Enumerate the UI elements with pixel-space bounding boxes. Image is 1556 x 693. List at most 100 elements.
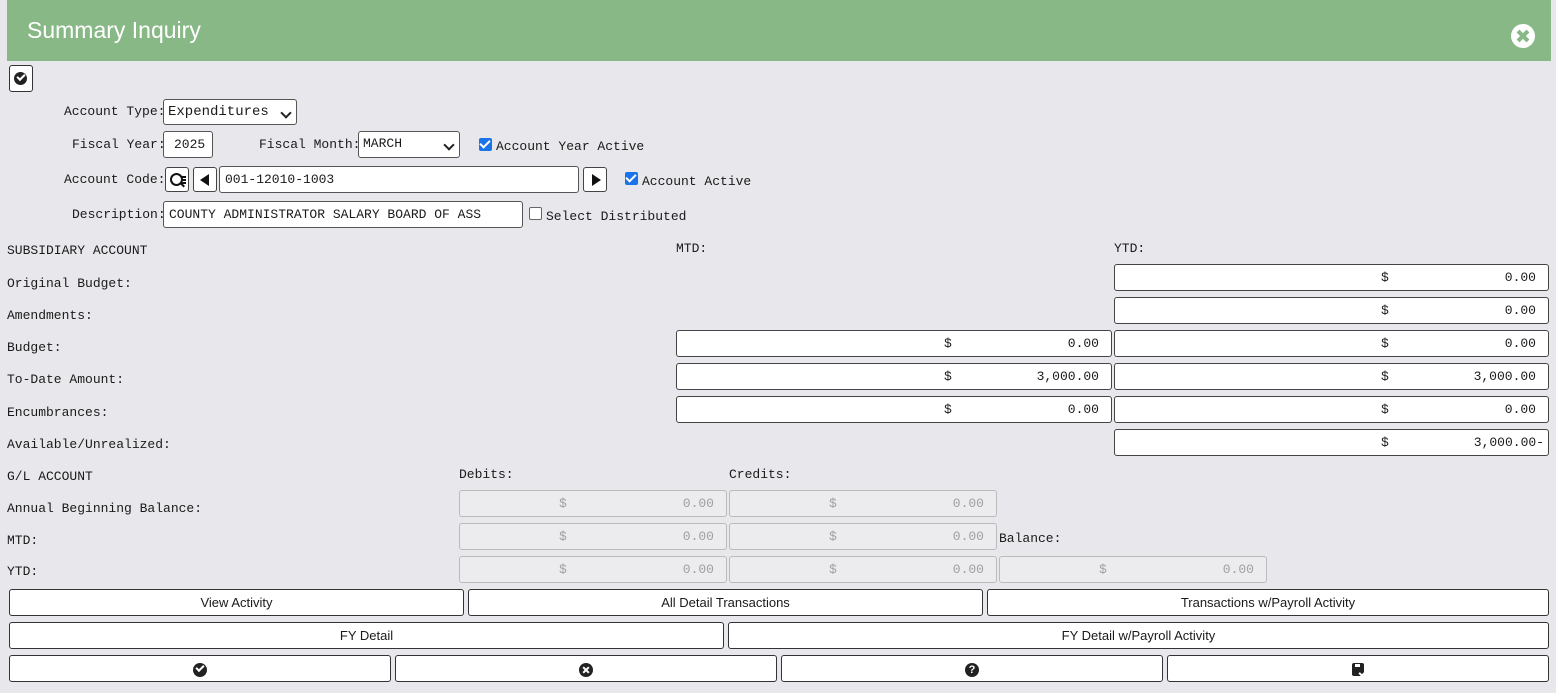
description-input[interactable]: COUNTY ADMINISTRATOR SALARY BOARD OF ASS — [163, 201, 523, 228]
account-active-label: Account Active — [642, 174, 752, 189]
field-value: 0.00 — [1504, 402, 1536, 417]
fiscal-month-select[interactable]: MARCH — [358, 131, 460, 158]
field-value: 0.00 — [1504, 336, 1536, 351]
fiscal-month-label: Fiscal Month: — [259, 137, 361, 152]
select-distributed-label: Select Distributed — [546, 209, 687, 224]
gl-ytd-balance-field: $0.00 — [999, 556, 1267, 583]
gl-mtd-debit-field: $0.00 — [459, 523, 727, 550]
previous-account-button[interactable] — [193, 167, 217, 192]
account-code-label: Account Code: — [64, 172, 166, 187]
account-year-active-checkbox[interactable] — [479, 138, 492, 151]
subsidiary-heading: SUBSIDIARY ACCOUNT — [7, 243, 148, 258]
account-type-label: Account Type: — [64, 104, 166, 119]
budget-ytd-field[interactable]: $0.00 — [1114, 330, 1549, 357]
account-code-input[interactable]: 001-12010-1003 — [219, 166, 579, 193]
annual-beginning-label: Annual Beginning Balance: — [7, 501, 203, 516]
gl-heading: G/L ACCOUNT — [7, 469, 93, 484]
currency-symbol: $ — [1381, 435, 1389, 450]
account-lookup-button[interactable] — [165, 167, 189, 192]
currency-symbol: $ — [1381, 369, 1389, 384]
currency-symbol: $ — [1381, 303, 1389, 318]
close-icon[interactable] — [1511, 24, 1535, 48]
currency-symbol: $ — [829, 496, 837, 511]
help-button[interactable]: ? — [781, 655, 1163, 682]
account-active-checkbox[interactable] — [625, 172, 638, 185]
field-value: 0.00 — [952, 562, 984, 577]
currency-symbol: $ — [944, 402, 952, 417]
currency-symbol: $ — [1099, 562, 1107, 577]
fy-detail-payroll-button[interactable]: FY Detail w/Payroll Activity — [728, 622, 1549, 649]
account-type-value: Expenditures — [168, 104, 269, 120]
gl-mtd-label: MTD: — [7, 533, 39, 548]
gl-ytd-label: YTD: — [7, 564, 39, 579]
currency-symbol: $ — [944, 369, 952, 384]
currency-symbol: $ — [559, 562, 567, 577]
ok-button[interactable] — [9, 655, 391, 682]
fiscal-month-value: MARCH — [363, 136, 403, 151]
ytd-header: YTD: — [1114, 241, 1146, 256]
close-circle-icon — [579, 662, 593, 677]
save-icon — [1352, 663, 1364, 677]
field-value: 0.00 — [1504, 270, 1536, 285]
list-icon — [181, 176, 186, 184]
annual-beginning-credit-field: $0.00 — [729, 490, 997, 517]
annual-beginning-debit-field: $0.00 — [459, 490, 727, 517]
debits-header: Debits: — [459, 467, 514, 482]
description-label: Description: — [72, 207, 166, 222]
select-distributed-checkbox[interactable] — [529, 207, 542, 220]
currency-symbol: $ — [1381, 270, 1389, 285]
credits-header: Credits: — [729, 467, 792, 482]
save-button[interactable] — [1167, 655, 1549, 682]
chevron-down-icon — [280, 107, 292, 119]
original-budget-ytd-field[interactable]: $0.00 — [1114, 264, 1549, 291]
currency-symbol: $ — [829, 529, 837, 544]
field-value: 0.00 — [1067, 336, 1099, 351]
field-value: 0.00 — [682, 496, 714, 511]
field-value: 3,000.00 — [1036, 369, 1099, 384]
field-value: 0.00 — [682, 562, 714, 577]
field-value: 0.00 — [1222, 562, 1254, 577]
to-date-mtd-field[interactable]: $3,000.00 — [676, 363, 1112, 390]
all-detail-transactions-button[interactable]: All Detail Transactions — [468, 589, 983, 616]
to-date-ytd-field[interactable]: $3,000.00 — [1114, 363, 1549, 390]
view-activity-button[interactable]: View Activity — [9, 589, 464, 616]
encumbrances-mtd-field[interactable]: $0.00 — [676, 396, 1112, 423]
amendments-ytd-field[interactable]: $0.00 — [1114, 297, 1549, 324]
to-date-label: To-Date Amount: — [7, 372, 125, 387]
question-circle-icon: ? — [965, 662, 979, 677]
balance-header: Balance: — [999, 531, 1062, 546]
encumbrances-ytd-field[interactable]: $0.00 — [1114, 396, 1549, 423]
field-value: 3,000.00 — [1473, 369, 1536, 384]
fiscal-year-input[interactable]: 2025 — [163, 131, 213, 158]
currency-symbol: $ — [559, 529, 567, 544]
currency-symbol: $ — [1381, 336, 1389, 351]
budget-mtd-field[interactable]: $0.00 — [676, 330, 1112, 357]
budget-label: Budget: — [7, 340, 62, 355]
title-bar — [7, 0, 1551, 61]
currency-symbol: $ — [829, 562, 837, 577]
field-value: 0.00 — [682, 529, 714, 544]
field-value: 0.00 — [952, 496, 984, 511]
arrow-right-icon — [592, 174, 601, 186]
next-account-button[interactable] — [583, 167, 607, 192]
check-circle-icon — [193, 662, 207, 677]
check-circle-icon — [14, 72, 27, 85]
payroll-activity-button[interactable]: Transactions w/Payroll Activity — [987, 589, 1549, 616]
fy-detail-button[interactable]: FY Detail — [9, 622, 724, 649]
account-type-select[interactable]: Expenditures — [163, 99, 297, 125]
toggle-button[interactable] — [9, 65, 33, 92]
page-title: Summary Inquiry — [27, 17, 201, 43]
amendments-label: Amendments: — [7, 308, 93, 323]
account-year-active-label: Account Year Active — [496, 139, 645, 154]
gl-mtd-credit-field: $0.00 — [729, 523, 997, 550]
available-label: Available/Unrealized: — [7, 437, 171, 452]
field-value: 0.00 — [952, 529, 984, 544]
field-value: 0.00 — [1504, 303, 1536, 318]
original-budget-label: Original Budget: — [7, 276, 132, 291]
cancel-button[interactable] — [395, 655, 777, 682]
field-value: 0.00 — [1067, 402, 1099, 417]
available-ytd-field[interactable]: $3,000.00- — [1114, 429, 1549, 456]
encumbrances-label: Encumbrances: — [7, 405, 109, 420]
currency-symbol: $ — [1381, 402, 1389, 417]
chevron-down-icon — [443, 139, 455, 151]
